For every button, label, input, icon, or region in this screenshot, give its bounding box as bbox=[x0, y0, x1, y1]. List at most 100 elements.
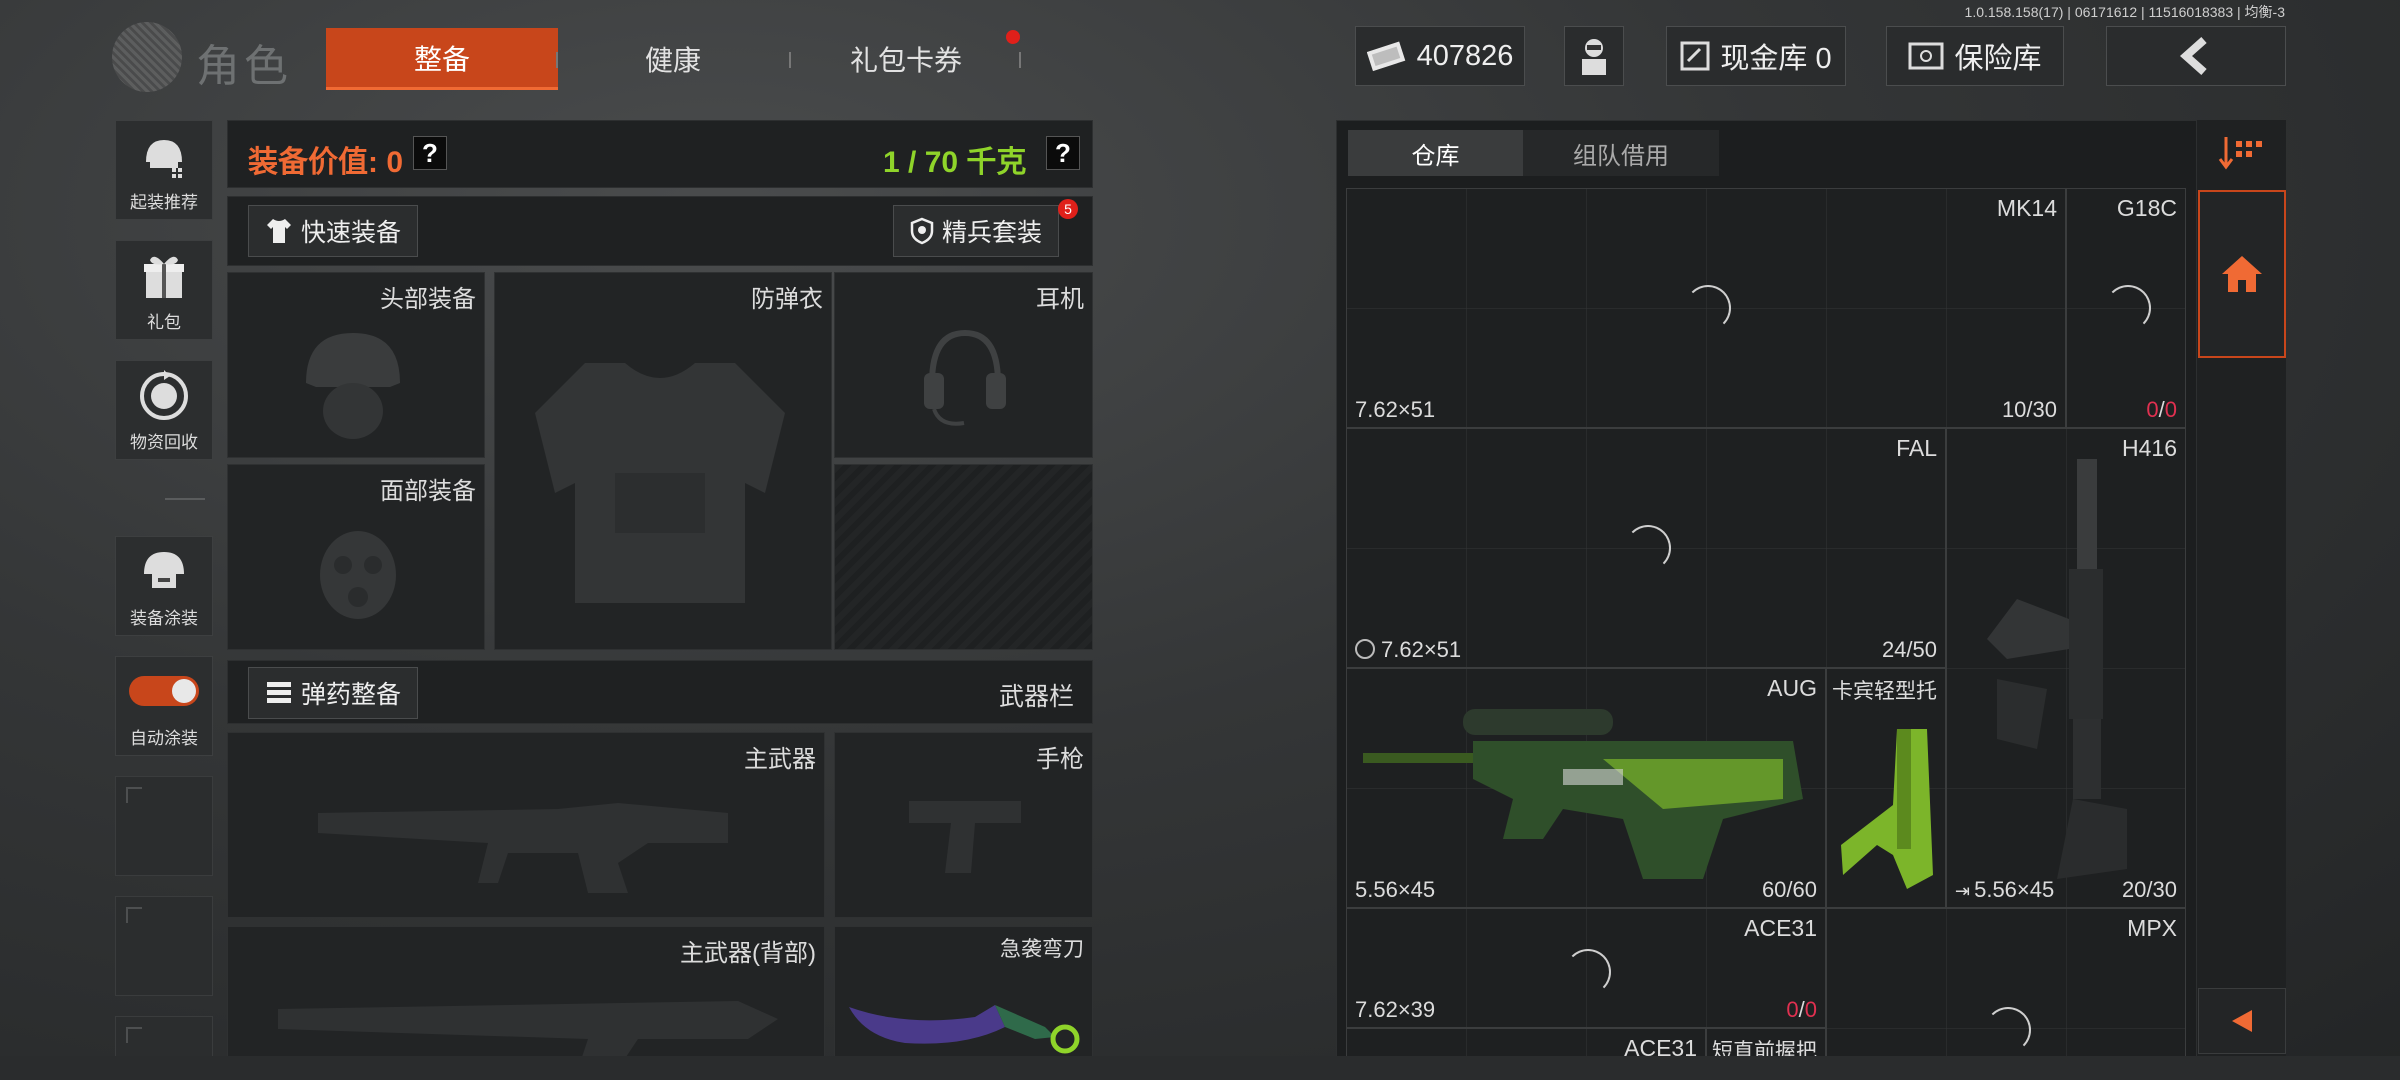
inventory-item-mpx[interactable]: MPX bbox=[1826, 908, 2186, 1078]
h416-rifle-icon bbox=[1987, 459, 2127, 879]
inventory-item-ace31[interactable]: ACE31 7.62×39 0/0 bbox=[1346, 908, 1826, 1028]
elite-kit-label: 精兵套装 bbox=[942, 219, 1043, 247]
loadout-header: 装备价值: 0 ? 1 / 70 千克 ? bbox=[227, 120, 1093, 188]
slot-label: 手枪 bbox=[1036, 746, 1084, 773]
item-caliber: 7.62×39 bbox=[1355, 997, 1436, 1022]
locked-slot bbox=[834, 464, 1093, 650]
notification-dot bbox=[1006, 30, 1020, 44]
head-gear-slot[interactable]: 头部装备 bbox=[227, 272, 485, 458]
inventory-item-carbine-stock[interactable]: 卡宾轻型托 bbox=[1826, 668, 1946, 908]
vault-icon bbox=[1680, 41, 1710, 71]
pistol-slot[interactable]: 手枪 bbox=[834, 732, 1093, 918]
back-button[interactable] bbox=[2106, 26, 2286, 86]
headset-slot[interactable]: 耳机 bbox=[834, 272, 1093, 458]
profile-button[interactable] bbox=[1564, 26, 1624, 86]
recommended-loadout-button[interactable]: 起装推荐 bbox=[115, 120, 213, 220]
face-gear-slot[interactable]: 面部装备 bbox=[227, 464, 485, 650]
sidebar-item-label: 自动涂装 bbox=[130, 729, 198, 748]
elite-kit-button[interactable]: 精兵套装 bbox=[893, 205, 1060, 257]
ammo-total: 0 bbox=[2164, 397, 2177, 422]
auto-skin-toggle[interactable]: 自动涂装 bbox=[115, 656, 213, 756]
item-name: ACE31 bbox=[1744, 915, 1817, 941]
stock-icon bbox=[1841, 729, 1933, 889]
quick-actions-bar: 快速装备 精兵套装 5 bbox=[227, 196, 1093, 266]
item-ammo: 24/50 bbox=[1881, 637, 1937, 662]
toggle-switch[interactable] bbox=[129, 676, 199, 706]
bottom-bar bbox=[0, 1056, 2400, 1080]
inventory-item-h416[interactable]: H416 ⇥ 5.56×45 20/30 bbox=[1946, 428, 2186, 908]
ammo-loadout-button[interactable]: 弹药整备 bbox=[248, 667, 419, 719]
recycle-icon bbox=[140, 370, 188, 420]
helmet-gear-icon bbox=[146, 140, 182, 178]
item-name: 卡宾轻型托 bbox=[1832, 680, 1937, 703]
recycle-button[interactable]: 物资回收 bbox=[115, 360, 213, 460]
loading-spinner-icon bbox=[1985, 1007, 2031, 1053]
cash-vault-button[interactable]: 现金库 0 bbox=[1666, 26, 1846, 86]
item-caliber: 5.56×45 bbox=[1974, 877, 2055, 902]
toggle-knob bbox=[172, 679, 196, 703]
tab-team-borrow[interactable]: 组队借用 bbox=[1523, 130, 1719, 176]
gift-icon bbox=[144, 256, 184, 298]
tab-divider bbox=[1019, 52, 1021, 68]
tab-loadout[interactable]: 整备 bbox=[326, 28, 558, 90]
shield-icon bbox=[910, 217, 934, 245]
sort-button[interactable] bbox=[2200, 126, 2284, 180]
weapon-bar-label: 武器栏 bbox=[998, 683, 1074, 711]
item-caliber: 7.62×51 bbox=[1381, 637, 1462, 662]
headset-icon bbox=[924, 329, 1006, 426]
inventory-item-aug[interactable]: AUG 5.56×45 60/60 bbox=[1346, 668, 1826, 908]
cash-vault-label: 现金库 0 bbox=[1720, 43, 1832, 75]
slot-label: 头部装备 bbox=[380, 286, 476, 313]
tab-warehouse[interactable]: 仓库 bbox=[1348, 130, 1523, 176]
quick-equip-button[interactable]: 快速装备 bbox=[248, 205, 419, 257]
ammo-current: 0 bbox=[1786, 997, 1799, 1022]
item-name: MK14 bbox=[1996, 195, 2057, 221]
slot-label: 防弹衣 bbox=[751, 286, 823, 313]
equipment-skin-button[interactable]: 装备涂装 bbox=[115, 536, 213, 636]
safe-box-button[interactable]: 保险库 bbox=[1886, 26, 2064, 86]
help-icon[interactable]: ? bbox=[413, 136, 447, 170]
collapse-button[interactable] bbox=[2198, 988, 2286, 1054]
insured-icon bbox=[1355, 639, 1375, 659]
melee-slot[interactable]: 急袭弯刀 bbox=[834, 926, 1093, 1076]
item-caliber: 7.62×51 bbox=[1355, 397, 1436, 422]
currency-display[interactable]: 407826 bbox=[1355, 26, 1525, 86]
shirt-icon bbox=[267, 219, 291, 243]
inventory-item-mk14[interactable]: MK14 7.62×51 10/30 bbox=[1346, 188, 2066, 428]
tab-gift-cards[interactable]: 礼包卡券 bbox=[796, 28, 1016, 90]
inventory-item-fal[interactable]: FAL 7.62×51 24/50 bbox=[1346, 428, 1946, 668]
loading-spinner-icon bbox=[2105, 285, 2151, 331]
empty-slot bbox=[115, 896, 213, 996]
home-warehouse-button[interactable] bbox=[2198, 190, 2286, 358]
ammo-total: 0 bbox=[1804, 997, 1817, 1022]
help-icon[interactable]: ? bbox=[1046, 136, 1080, 170]
slot-label: 急袭弯刀 bbox=[1000, 938, 1084, 961]
item-name: G18C bbox=[2116, 195, 2177, 221]
pistol-silhouette-icon bbox=[909, 801, 1021, 873]
character-logo-icon bbox=[112, 22, 182, 92]
sidebar-item-label: 装备涂装 bbox=[130, 609, 198, 628]
vest-icon bbox=[535, 363, 785, 603]
slot-label: 面部装备 bbox=[380, 478, 476, 505]
loading-spinner-icon bbox=[1625, 525, 1671, 571]
gift-button[interactable]: 礼包 bbox=[115, 240, 213, 340]
item-name: FAL bbox=[1896, 435, 1937, 461]
weapon-bar-header: 弹药整备 武器栏 bbox=[227, 660, 1093, 724]
inventory-item-g18c[interactable]: G18C 0/0 bbox=[2066, 188, 2186, 428]
back-weapon-slot[interactable]: 主武器(背部) bbox=[227, 926, 825, 1076]
weight-display: 1 / 70 千克 bbox=[883, 146, 1027, 179]
cash-icon bbox=[1366, 41, 1405, 72]
transfer-icon: ⇥ bbox=[1955, 881, 1971, 901]
aug-rifle-icon bbox=[1363, 709, 1803, 879]
tab-health[interactable]: 健康 bbox=[560, 28, 786, 90]
page-title: 角色 bbox=[196, 42, 292, 91]
primary-weapon-slot[interactable]: 主武器 bbox=[227, 732, 825, 918]
ammo-loadout-label: 弹药整备 bbox=[301, 681, 402, 709]
helmet-icon bbox=[306, 333, 400, 439]
loading-spinner-icon bbox=[1685, 285, 1731, 331]
currency-amount: 407826 bbox=[1416, 39, 1514, 72]
triangle-left-icon bbox=[2232, 1010, 2252, 1032]
body-armor-slot[interactable]: 防弹衣 bbox=[494, 272, 832, 650]
item-ammo: 0/0 bbox=[2146, 397, 2177, 422]
operator-avatar-icon bbox=[1582, 39, 1606, 75]
